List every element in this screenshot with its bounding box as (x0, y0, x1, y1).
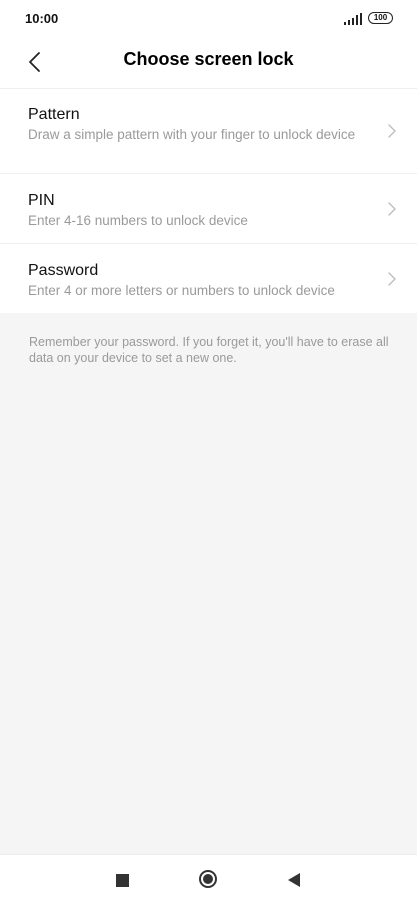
page-title: Choose screen lock (123, 49, 294, 69)
option-subtitle: Draw a simple pattern with your finger t… (28, 127, 356, 142)
lock-options-list: Pattern Draw a simple pattern with your … (0, 89, 417, 313)
option-title: Password (28, 262, 99, 279)
status-bar: 10:00 100 (0, 0, 417, 38)
square-icon[interactable] (116, 874, 129, 887)
chevron-right-icon (388, 271, 396, 286)
option-subtitle: Enter 4 or more letters or numbers to un… (28, 283, 335, 298)
navigation-bar (0, 854, 417, 905)
chevron-right-icon (388, 201, 396, 216)
option-pattern[interactable]: Pattern Draw a simple pattern with your … (0, 89, 417, 174)
battery-icon: 100 (368, 12, 393, 24)
signal-icon (344, 13, 362, 25)
option-title: PIN (28, 192, 55, 209)
status-time: 10:00 (25, 11, 59, 26)
chevron-right-icon (388, 124, 396, 138)
option-password[interactable]: Password Enter 4 or more letters or numb… (0, 244, 417, 313)
circle-icon[interactable] (199, 870, 217, 888)
option-title: Pattern (28, 106, 80, 123)
triangle-back-icon[interactable] (288, 873, 300, 887)
header: Choose screen lock (0, 38, 417, 89)
password-warning-note: Remember your password. If you forget it… (29, 335, 389, 365)
option-pin[interactable]: PIN Enter 4-16 numbers to unlock device (0, 174, 417, 244)
option-subtitle: Enter 4-16 numbers to unlock device (28, 213, 248, 228)
